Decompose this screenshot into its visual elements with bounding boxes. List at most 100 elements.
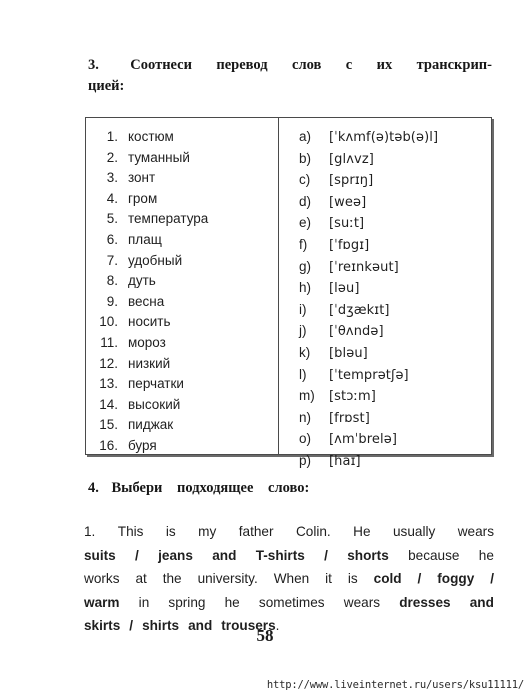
table-row[interactable]: l) [ˈtemprətʃə] — [299, 365, 491, 387]
row-value: [frɒst] — [329, 410, 370, 426]
row-marker: d) — [299, 193, 312, 209]
exercise-line-3: works at the university. When it is cold… — [84, 567, 494, 591]
table-row[interactable]: p) [haɪ] — [299, 451, 491, 473]
row-marker: 10. — [99, 314, 118, 330]
table-row[interactable]: o) [ʌmˈbrelə] — [299, 429, 491, 451]
row-marker: 16. — [99, 437, 118, 453]
row-marker: 3. — [106, 170, 118, 186]
row-marker: c) — [299, 172, 311, 188]
exercise-token: / — [417, 571, 422, 586]
table-row[interactable]: 10. носить — [96, 312, 278, 333]
table-row[interactable]: 15. пиджак — [96, 415, 278, 436]
row-marker: 5. — [106, 211, 118, 227]
row-value: удобный — [128, 252, 183, 268]
exercise-token: the — [162, 571, 182, 586]
task-3-word-6: транскрип- — [416, 57, 492, 73]
task-3-heading-line-2: цией: — [88, 78, 125, 94]
row-value: [ˈdʒækɪt] — [329, 302, 390, 318]
exercise-token: When — [273, 571, 310, 586]
table-row[interactable]: i) [ˈdʒækɪt] — [299, 300, 491, 322]
exercise-token: it — [325, 571, 332, 586]
exercise-token: is — [347, 571, 358, 586]
table-row[interactable]: 6. плащ — [96, 230, 278, 251]
task-4-word-2: подходящее — [177, 480, 254, 496]
row-marker: j) — [299, 323, 307, 339]
option-warm[interactable]: warm — [84, 591, 120, 615]
table-row[interactable]: 14. высокий — [96, 395, 278, 416]
exercise-token: 1. — [84, 524, 96, 539]
exercise-token: my — [198, 524, 217, 539]
option-foggy[interactable]: foggy — [437, 567, 474, 591]
exercise-token: Colin. — [295, 524, 331, 539]
table-row[interactable]: 11. мороз — [96, 333, 278, 354]
row-marker: 9. — [106, 293, 118, 309]
row-marker: p) — [299, 452, 312, 468]
table-row[interactable]: h) [ləu] — [299, 278, 491, 300]
table-row[interactable]: m) [stɔːm] — [299, 386, 491, 408]
option-shorts[interactable]: shorts — [347, 544, 389, 568]
row-marker: 8. — [106, 273, 118, 289]
table-row[interactable]: 12. низкий — [96, 354, 278, 375]
table-row[interactable]: b) [glʌvz] — [299, 149, 491, 171]
table-row[interactable]: 4. гром — [96, 189, 278, 210]
row-marker: a) — [299, 129, 312, 144]
table-row[interactable]: 13. перчатки — [96, 374, 278, 395]
table-row[interactable]: 16. буря — [96, 436, 278, 457]
task-4-word-1: Выбери — [111, 480, 163, 496]
row-value: [stɔːm] — [329, 389, 376, 405]
table-row[interactable]: e) [suːt] — [299, 213, 491, 235]
exercise-token: spring — [168, 594, 206, 610]
task-3-heading: 3. Соотнеси перевод слов с их транскрип-… — [88, 55, 492, 97]
row-value: мороз — [128, 334, 166, 350]
table-row[interactable]: n) [frɒst] — [299, 408, 491, 430]
table-row[interactable]: c) [sprɪŋ] — [299, 170, 491, 192]
row-value: туманный — [128, 149, 190, 165]
table-row[interactable]: 5. температура — [96, 209, 278, 230]
row-value: костюм — [128, 129, 174, 144]
page: 3. Соотнеси перевод слов с их транскрип-… — [0, 0, 530, 699]
option-jeans[interactable]: jeans — [158, 544, 193, 568]
row-value: низкий — [128, 355, 171, 371]
table-row[interactable]: a) [ˈkʌmf(ə)təb(ə)l] — [299, 127, 491, 149]
exercise-token: works — [84, 571, 120, 586]
exercise-token: / — [135, 547, 139, 563]
row-marker: o) — [299, 431, 312, 447]
row-value: зонт — [128, 170, 156, 186]
table-row[interactable]: g) [ˈreɪnkəut] — [299, 257, 491, 279]
row-marker: 14. — [99, 396, 118, 412]
row-value: дуть — [128, 273, 156, 289]
table-row[interactable]: 2. туманный — [96, 148, 278, 169]
row-marker: k) — [299, 344, 311, 360]
task-3-word-3: слов — [292, 57, 322, 73]
table-row[interactable]: k) [bləu] — [299, 343, 491, 365]
table-row[interactable]: 3. зонт — [96, 168, 278, 189]
row-value: буря — [128, 437, 157, 453]
exercise-line-1: 1. This is my father Colin. He usually w… — [84, 520, 494, 544]
task-3-word-2: перевод — [216, 57, 268, 73]
table-row[interactable]: j) [ˈθʌndə] — [299, 321, 491, 343]
exercise-token: he — [224, 594, 240, 610]
row-value: [ˈtemprətʃə] — [329, 367, 409, 383]
matching-table: 1. костюм 2. туманный 3. зонт 4. гром 5.… — [85, 117, 492, 469]
exercise-token: and — [212, 547, 237, 563]
exercise-token: at — [135, 571, 147, 586]
exercise-token: sometimes — [258, 594, 325, 610]
row-value: [bləu] — [329, 345, 368, 361]
row-value: [haɪ] — [329, 453, 361, 469]
exercise-token: wears — [343, 594, 381, 610]
option-suits[interactable]: suits — [84, 544, 116, 568]
table-row[interactable]: 8. дуть — [96, 271, 278, 292]
row-value: [weə] — [329, 194, 367, 210]
option-t-shirts[interactable]: T-shirts — [256, 544, 305, 568]
table-row[interactable]: 1. костюм — [96, 127, 278, 148]
russian-words-column: 1. костюм 2. туманный 3. зонт 4. гром 5.… — [86, 118, 279, 454]
row-marker: l) — [299, 366, 307, 382]
option-dresses[interactable]: dresses — [399, 591, 450, 615]
option-cold[interactable]: cold — [374, 567, 402, 591]
exercise-token: / — [324, 547, 328, 563]
table-row[interactable]: 9. весна — [96, 292, 278, 313]
table-row[interactable]: 7. удобный — [96, 251, 278, 272]
table-row[interactable]: d) [weə] — [299, 192, 491, 214]
table-row[interactable]: f) [ˈfɒgɪ] — [299, 235, 491, 257]
exercise-token: and — [469, 594, 494, 610]
